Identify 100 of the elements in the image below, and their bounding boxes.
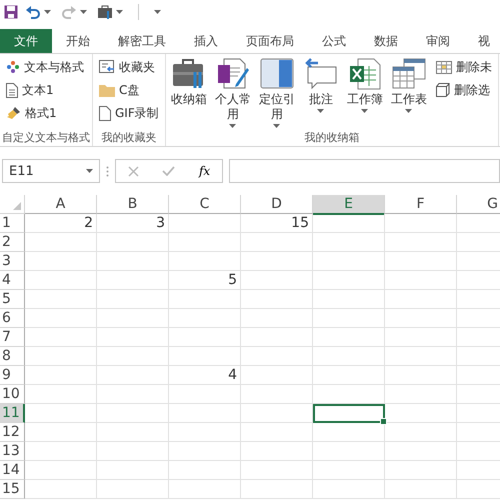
ribbon-button[interactable]: GIF录制	[95, 102, 163, 124]
row-header[interactable]: 4	[0, 271, 25, 290]
table-cell	[169, 252, 241, 271]
table-cell	[25, 290, 97, 309]
file-tab[interactable]: 文件	[0, 29, 52, 53]
page-icon	[6, 82, 18, 98]
table-cell	[385, 271, 457, 290]
column-header[interactable]: D	[241, 195, 313, 214]
table-cell	[241, 366, 313, 385]
comment-icon	[304, 58, 338, 90]
ribbon-tab[interactable]: 数据	[360, 29, 412, 53]
table-cell	[97, 290, 169, 309]
table-cell	[313, 271, 385, 290]
ribbon-button[interactable]: 定位引用	[256, 56, 298, 130]
table-cell	[385, 366, 457, 385]
table-cell	[241, 328, 313, 347]
dots-icon	[6, 60, 20, 74]
column-header[interactable]: F	[385, 195, 457, 214]
table-cell	[97, 328, 169, 347]
selected-cell[interactable]	[313, 404, 385, 423]
table-cell	[385, 461, 457, 480]
ribbon-button[interactable]: 删除未	[432, 56, 496, 78]
column-header[interactable]: G	[457, 195, 500, 214]
row-header[interactable]: 5	[0, 290, 25, 309]
ribbon-button[interactable]: 个人常用	[212, 56, 254, 130]
ribbon-button[interactable]: 删除选	[432, 79, 496, 101]
save-icon[interactable]	[4, 5, 18, 19]
row-header[interactable]: 3	[0, 252, 25, 271]
column-header[interactable]: A	[25, 195, 97, 214]
fill-handle[interactable]	[380, 418, 387, 425]
row-header[interactable]: 6	[0, 309, 25, 328]
ribbon-button[interactable]: 格式1	[2, 102, 88, 124]
toolbox-icon	[172, 58, 206, 90]
table-cell	[169, 461, 241, 480]
table-cell: 3	[97, 214, 169, 233]
toolbox-icon[interactable]	[97, 5, 113, 19]
caret-icon	[80, 10, 87, 14]
row-header[interactable]: 12	[0, 423, 25, 442]
table-cell	[169, 423, 241, 442]
ribbon-tab[interactable]: 审阅	[412, 29, 464, 53]
check-icon[interactable]	[162, 166, 176, 176]
caret-icon	[116, 10, 123, 14]
table-cell	[25, 366, 97, 385]
table-cell	[385, 404, 457, 423]
insert-function-button[interactable]: fx	[198, 164, 210, 178]
table-cell	[313, 233, 385, 252]
ribbon-button[interactable]: 批注	[300, 56, 342, 130]
table-cell	[241, 233, 313, 252]
row-header[interactable]: 1	[0, 214, 25, 233]
table-cell	[313, 214, 385, 233]
table-cell	[25, 271, 97, 290]
table-cell	[385, 442, 457, 461]
ribbon-button[interactable]: C盘	[95, 79, 163, 101]
table-cell	[97, 366, 169, 385]
row-header[interactable]: 11	[0, 404, 25, 423]
ribbon-button[interactable]: 收藏夹	[95, 56, 163, 78]
ribbon-tab[interactable]: 页面布局	[232, 29, 308, 53]
table-cell	[313, 423, 385, 442]
ribbon-button[interactable]: 文本与格式	[2, 56, 88, 78]
table-cell	[97, 404, 169, 423]
row-header[interactable]: 9	[0, 366, 25, 385]
column-header[interactable]: E	[313, 195, 385, 215]
notebook-icon	[216, 58, 250, 90]
table-cell	[25, 442, 97, 461]
table-cell	[385, 423, 457, 442]
name-box[interactable]: E11	[2, 159, 100, 183]
table-cell	[385, 328, 457, 347]
table-cell	[313, 461, 385, 480]
formula-input[interactable]	[229, 159, 500, 183]
undo-icon[interactable]	[25, 5, 41, 19]
row-header[interactable]: 2	[0, 233, 25, 252]
row-header[interactable]: 7	[0, 328, 25, 347]
table-cell	[241, 385, 313, 404]
column-header[interactable]: B	[97, 195, 169, 214]
ribbon-button[interactable]: 工作簿	[344, 56, 386, 130]
ribbon-button[interactable]: 文本1	[2, 79, 88, 101]
table-cell	[97, 423, 169, 442]
ribbon-tab[interactable]: 公式	[308, 29, 360, 53]
row-header[interactable]: 14	[0, 461, 25, 480]
table-cell	[241, 271, 313, 290]
ribbon-tab[interactable]: 开始	[52, 29, 104, 53]
table-cell	[25, 233, 97, 252]
ribbon-tab[interactable]: 插入	[180, 29, 232, 53]
table-cell	[313, 290, 385, 309]
column-header[interactable]: C	[169, 195, 241, 214]
ribbon-button[interactable]: 工作表	[388, 56, 430, 130]
row-header[interactable]: 8	[0, 347, 25, 366]
ribbon-button[interactable]: 收纳箱	[168, 56, 210, 130]
table-cell	[385, 480, 457, 499]
table-cell	[169, 480, 241, 499]
table-cell	[313, 366, 385, 385]
group-label: 我的收纳箱	[303, 130, 360, 146]
table-cell	[97, 233, 169, 252]
table-cell	[241, 290, 313, 309]
table-cell	[97, 442, 169, 461]
ribbon-tab[interactable]: 视	[464, 29, 500, 53]
row-header[interactable]: 13	[0, 442, 25, 461]
brush-icon	[6, 106, 21, 120]
row-header[interactable]: 15	[0, 480, 25, 499]
ribbon-tab[interactable]: 解密工具	[104, 29, 180, 53]
